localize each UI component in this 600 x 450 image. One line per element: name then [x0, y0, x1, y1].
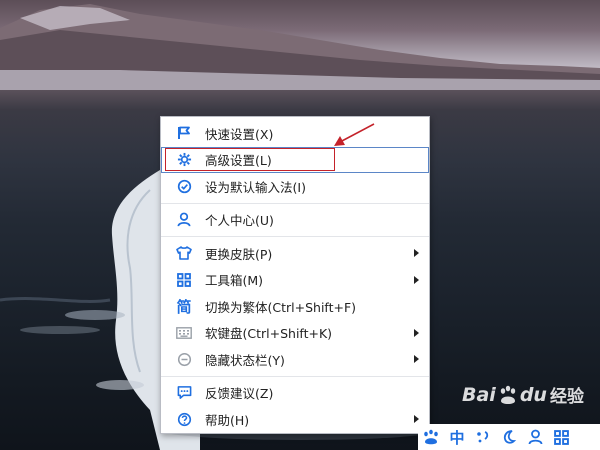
- menu-item-label: 更换皮肤(P): [205, 246, 273, 262]
- menu-item-label: 工具箱(M): [205, 273, 264, 289]
- moon-icon[interactable]: [496, 424, 522, 450]
- submenu-arrow-icon: [414, 415, 419, 424]
- menu-item-feedback[interactable]: 反馈建议(Z): [161, 380, 429, 407]
- chat-icon: [176, 385, 192, 401]
- submenu-arrow-icon: [414, 275, 419, 284]
- watermark-text-bai: Bai: [462, 383, 496, 406]
- menu-item-toolbox[interactable]: 工具箱(M): [161, 267, 429, 294]
- menu-separator: [161, 202, 429, 204]
- menu-item-switch-traditional[interactable]: 简 切换为繁体(Ctrl+Shift+F): [161, 293, 429, 320]
- paw-icon[interactable]: [418, 424, 444, 450]
- submenu-arrow-icon: [414, 355, 419, 364]
- menu-item-label: 设为默认输入法(I): [205, 179, 306, 195]
- user-icon: [176, 212, 192, 228]
- submenu-arrow-icon: [414, 328, 419, 337]
- watermark-text-jingyan: 经验: [549, 387, 584, 407]
- menu-item-advanced-settings[interactable]: 高级设置(L): [161, 146, 429, 173]
- menu-item-soft-keyboard[interactable]: 软键盘(Ctrl+Shift+K): [161, 320, 429, 347]
- user-icon[interactable]: [522, 424, 548, 450]
- menu-item-set-default-ime[interactable]: 设为默认输入法(I): [161, 173, 429, 200]
- ime-context-menu: 快速设置(X) 高级设置(L) 设为默认输入法(I) 个人中心(U) 更换皮肤(…: [160, 116, 430, 434]
- annotation-arrow-icon: [334, 123, 375, 146]
- menu-item-label: 帮助(H): [205, 412, 250, 428]
- menu-item-help[interactable]: 帮助(H): [161, 406, 429, 433]
- grid-icon: [176, 272, 192, 288]
- submenu-arrow-icon: [414, 249, 419, 258]
- paw-logo-icon: [500, 385, 516, 404]
- check-circle-icon: [176, 178, 192, 194]
- menu-item-label: 反馈建议(Z): [205, 386, 274, 402]
- traditional-char-icon: 简: [176, 297, 192, 316]
- desktop: 快速设置(X) 高级设置(L) 设为默认输入法(I) 个人中心(U) 更换皮肤(…: [0, 0, 600, 450]
- baidu-jingyan-watermark: Bai du 经验: [462, 382, 584, 408]
- grid-icon[interactable]: [548, 424, 574, 450]
- menu-item-label: 切换为繁体(Ctrl+Shift+F): [205, 299, 357, 315]
- minus-circle-icon: [176, 351, 192, 367]
- menu-separator: [161, 375, 429, 377]
- punctuation-icon[interactable]: [470, 424, 496, 450]
- keyboard-icon: [176, 325, 192, 341]
- gear-icon: [176, 152, 192, 168]
- menu-item-quick-settings[interactable]: 快速设置(X): [161, 120, 429, 147]
- menu-separator: [161, 236, 429, 237]
- shirt-icon: [176, 245, 192, 261]
- menu-item-label: 高级设置(L): [205, 153, 272, 169]
- menu-item-change-skin[interactable]: 更换皮肤(P): [161, 240, 429, 267]
- flag-icon: [176, 125, 192, 141]
- menu-item-hide-status-bar[interactable]: 隐藏状态栏(Y): [161, 346, 429, 373]
- watermark-text-du: du: [519, 383, 547, 406]
- menu-item-label: 隐藏状态栏(Y): [205, 352, 285, 368]
- menu-item-personal-center[interactable]: 个人中心(U): [161, 207, 429, 234]
- chinese-mode-icon[interactable]: 中: [444, 424, 470, 450]
- help-icon: [176, 411, 192, 427]
- menu-item-label: 软键盘(Ctrl+Shift+K): [205, 326, 333, 342]
- ime-status-bar: 中: [418, 424, 600, 450]
- menu-item-label: 快速设置(X): [205, 126, 274, 142]
- menu-item-label: 个人中心(U): [205, 213, 274, 229]
